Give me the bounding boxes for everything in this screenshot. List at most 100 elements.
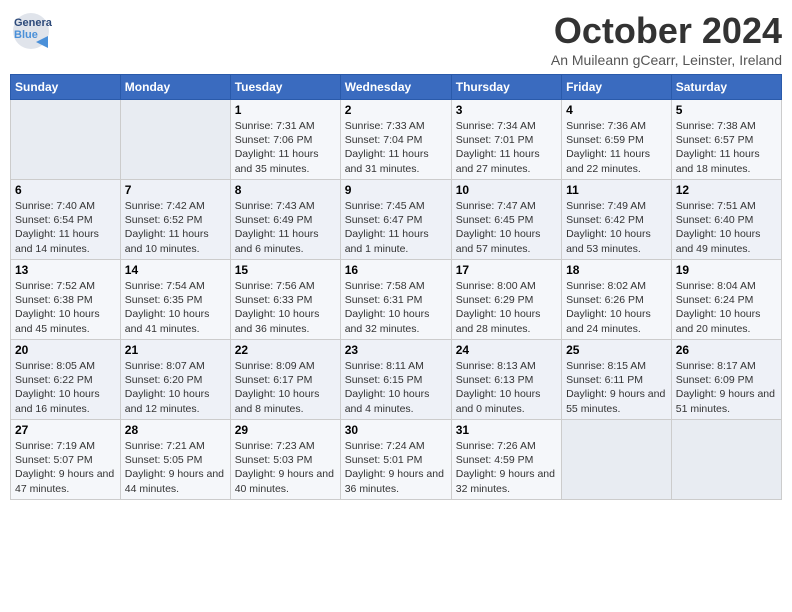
calendar-cell: 4Sunrise: 7:36 AMSunset: 6:59 PMDaylight…: [562, 100, 672, 180]
day-info: Sunrise: 7:58 AMSunset: 6:31 PMDaylight:…: [345, 279, 447, 336]
month-title: October 2024: [551, 10, 782, 52]
day-info: Sunrise: 8:02 AMSunset: 6:26 PMDaylight:…: [566, 279, 667, 336]
calendar-table: SundayMondayTuesdayWednesdayThursdayFrid…: [10, 74, 782, 500]
day-number: 3: [456, 103, 557, 117]
day-number: 29: [235, 423, 336, 437]
calendar-cell: 2 Sunrise: 7:33 AMSunset: 7:04 PMDaylight…: [340, 100, 451, 180]
day-info: Sunrise: 7:33 AMSunset: 7:04 PMDaylight:…: [345, 119, 447, 176]
day-number: 15: [235, 263, 336, 277]
day-number: 20: [15, 343, 116, 357]
calendar-cell: 27Sunrise: 7:19 AMSunset: 5:07 PMDayligh…: [11, 420, 121, 500]
day-number: 23: [345, 343, 447, 357]
calendar-cell: 13Sunrise: 7:52 AMSunset: 6:38 PMDayligh…: [11, 260, 121, 340]
calendar-cell: 24Sunrise: 8:13 AMSunset: 6:13 PMDayligh…: [451, 340, 561, 420]
day-info: Sunrise: 7:31 AMSunset: 7:06 PMDaylight:…: [235, 119, 336, 176]
day-number: 11: [566, 183, 667, 197]
day-info: Sunrise: 8:09 AMSunset: 6:17 PMDaylight:…: [235, 359, 336, 416]
day-info: Sunrise: 8:11 AMSunset: 6:15 PMDaylight:…: [345, 359, 447, 416]
calendar-cell: 9 Sunrise: 7:45 AMSunset: 6:47 PMDaylight…: [340, 180, 451, 260]
calendar-cell: 30 Sunrise: 7:24 AMSunset: 5:01 PMDayligh…: [340, 420, 451, 500]
day-info: Sunrise: 8:13 AMSunset: 6:13 PMDaylight:…: [456, 359, 557, 416]
calendar-week-4: 20 Sunrise: 8:05 AMSunset: 6:22 PMDayligh…: [11, 340, 782, 420]
calendar-cell: 21 Sunrise: 8:07 AMSunset: 6:20 PMDayligh…: [120, 340, 230, 420]
day-number: 16: [345, 263, 447, 277]
calendar-cell: 22 Sunrise: 8:09 AMSunset: 6:17 PMDayligh…: [230, 340, 340, 420]
calendar-cell: 28Sunrise: 7:21 AMSunset: 5:05 PMDayligh…: [120, 420, 230, 500]
calendar-cell: 3 Sunrise: 7:34 AMSunset: 7:01 PMDaylight…: [451, 100, 561, 180]
day-number: 10: [456, 183, 557, 197]
calendar-cell: 8 Sunrise: 7:43 AMSunset: 6:49 PMDaylight…: [230, 180, 340, 260]
page-header: General Blue October 2024 An Muileann gC…: [10, 10, 782, 68]
day-number: 27: [15, 423, 116, 437]
calendar-cell: [671, 420, 781, 500]
calendar-cell: 19 Sunrise: 8:04 AMSunset: 6:24 PMDayligh…: [671, 260, 781, 340]
day-info: Sunrise: 7:23 AMSunset: 5:03 PMDaylight:…: [235, 439, 336, 496]
day-info: Sunrise: 8:05 AMSunset: 6:22 PMDaylight:…: [15, 359, 116, 416]
day-number: 25: [566, 343, 667, 357]
day-number: 4: [566, 103, 667, 117]
calendar-cell: 23 Sunrise: 8:11 AMSunset: 6:15 PMDayligh…: [340, 340, 451, 420]
header-saturday: Saturday: [671, 75, 781, 100]
calendar-cell: 12Sunrise: 7:51 AMSunset: 6:40 PMDayligh…: [671, 180, 781, 260]
day-number: 19: [676, 263, 777, 277]
calendar-cell: 17 Sunrise: 8:00 AMSunset: 6:29 PMDayligh…: [451, 260, 561, 340]
day-info: Sunrise: 7:24 AMSunset: 5:01 PMDaylight:…: [345, 439, 447, 496]
day-info: Sunrise: 7:43 AMSunset: 6:49 PMDaylight:…: [235, 199, 336, 256]
day-info: Sunrise: 8:00 AMSunset: 6:29 PMDaylight:…: [456, 279, 557, 336]
day-number: 2: [345, 103, 447, 117]
calendar-cell: [11, 100, 121, 180]
day-number: 9: [345, 183, 447, 197]
day-number: 30: [345, 423, 447, 437]
calendar-cell: 5 Sunrise: 7:38 AMSunset: 6:57 PMDaylight…: [671, 100, 781, 180]
day-number: 5: [676, 103, 777, 117]
day-info: Sunrise: 7:49 AMSunset: 6:42 PMDaylight:…: [566, 199, 667, 256]
day-number: 31: [456, 423, 557, 437]
day-number: 8: [235, 183, 336, 197]
day-info: Sunrise: 8:17 AMSunset: 6:09 PMDaylight:…: [676, 359, 777, 416]
day-info: Sunrise: 7:40 AMSunset: 6:54 PMDaylight:…: [15, 199, 116, 256]
day-info: Sunrise: 7:56 AMSunset: 6:33 PMDaylight:…: [235, 279, 336, 336]
calendar-cell: [562, 420, 672, 500]
calendar-week-1: 1 Sunrise: 7:31 AMSunset: 7:06 PMDaylight…: [11, 100, 782, 180]
day-number: 12: [676, 183, 777, 197]
calendar-cell: 20 Sunrise: 8:05 AMSunset: 6:22 PMDayligh…: [11, 340, 121, 420]
day-info: Sunrise: 7:42 AMSunset: 6:52 PMDaylight:…: [125, 199, 226, 256]
day-number: 1: [235, 103, 336, 117]
calendar-week-2: 6Sunrise: 7:40 AMSunset: 6:54 PMDaylight…: [11, 180, 782, 260]
header-wednesday: Wednesday: [340, 75, 451, 100]
day-number: 21: [125, 343, 226, 357]
day-info: Sunrise: 7:45 AMSunset: 6:47 PMDaylight:…: [345, 199, 447, 256]
day-info: Sunrise: 7:54 AMSunset: 6:35 PMDaylight:…: [125, 279, 226, 336]
header-friday: Friday: [562, 75, 672, 100]
day-info: Sunrise: 7:38 AMSunset: 6:57 PMDaylight:…: [676, 119, 777, 176]
svg-text:General: General: [14, 17, 52, 29]
calendar-cell: 11 Sunrise: 7:49 AMSunset: 6:42 PMDayligh…: [562, 180, 672, 260]
location: An Muileann gCearr, Leinster, Ireland: [551, 52, 782, 68]
day-info: Sunrise: 7:47 AMSunset: 6:45 PMDaylight:…: [456, 199, 557, 256]
svg-text:Blue: Blue: [14, 29, 38, 41]
calendar-week-3: 13Sunrise: 7:52 AMSunset: 6:38 PMDayligh…: [11, 260, 782, 340]
calendar-cell: 10 Sunrise: 7:47 AMSunset: 6:45 PMDayligh…: [451, 180, 561, 260]
calendar-cell: [120, 100, 230, 180]
calendar-cell: 25 Sunrise: 8:15 AMSunset: 6:11 PMDayligh…: [562, 340, 672, 420]
calendar-cell: 15 Sunrise: 7:56 AMSunset: 6:33 PMDayligh…: [230, 260, 340, 340]
day-info: Sunrise: 7:26 AMSunset: 4:59 PMDaylight:…: [456, 439, 557, 496]
logo-icon: General Blue: [10, 10, 52, 52]
day-number: 22: [235, 343, 336, 357]
calendar-header-row: SundayMondayTuesdayWednesdayThursdayFrid…: [11, 75, 782, 100]
day-number: 28: [125, 423, 226, 437]
day-info: Sunrise: 8:15 AMSunset: 6:11 PMDaylight:…: [566, 359, 667, 416]
logo: General Blue: [10, 10, 52, 52]
calendar-cell: 14 Sunrise: 7:54 AMSunset: 6:35 PMDayligh…: [120, 260, 230, 340]
calendar-cell: 31 Sunrise: 7:26 AMSunset: 4:59 PMDayligh…: [451, 420, 561, 500]
day-number: 14: [125, 263, 226, 277]
day-info: Sunrise: 8:07 AMSunset: 6:20 PMDaylight:…: [125, 359, 226, 416]
day-number: 17: [456, 263, 557, 277]
calendar-cell: 29 Sunrise: 7:23 AMSunset: 5:03 PMDayligh…: [230, 420, 340, 500]
day-info: Sunrise: 8:04 AMSunset: 6:24 PMDaylight:…: [676, 279, 777, 336]
day-number: 26: [676, 343, 777, 357]
day-info: Sunrise: 7:34 AMSunset: 7:01 PMDaylight:…: [456, 119, 557, 176]
calendar-cell: 7Sunrise: 7:42 AMSunset: 6:52 PMDaylight…: [120, 180, 230, 260]
header-sunday: Sunday: [11, 75, 121, 100]
header-tuesday: Tuesday: [230, 75, 340, 100]
